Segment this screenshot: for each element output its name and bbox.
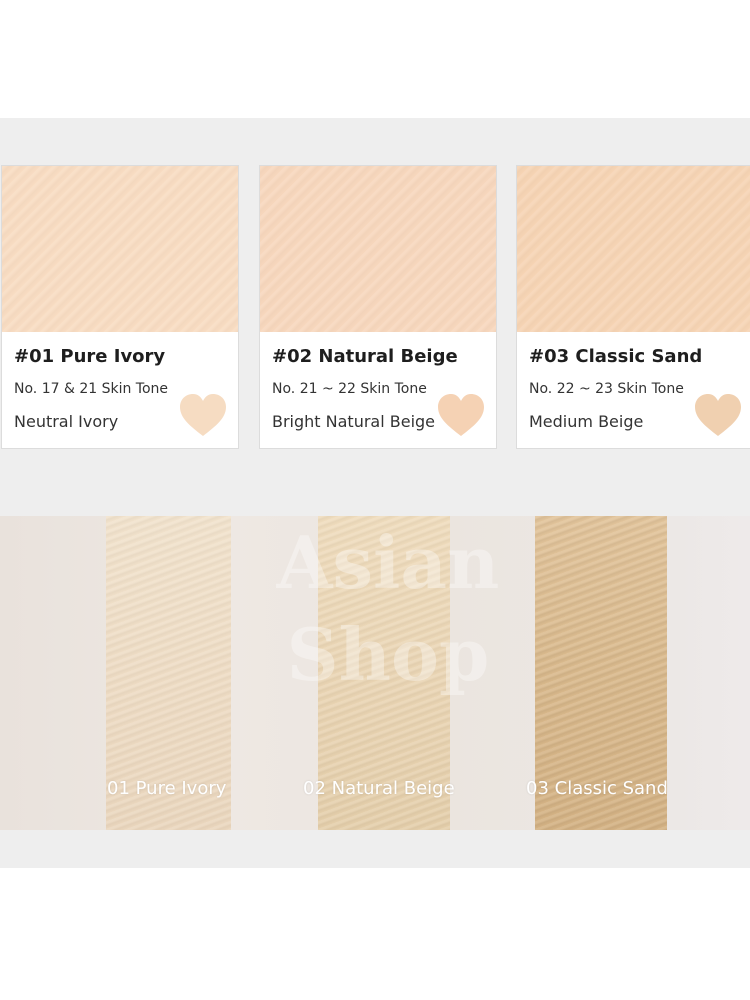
shade-card-natural-beige: #02 Natural Beige No. 21 ~ 22 Skin Tone …: [259, 165, 497, 449]
heart-icon: [438, 394, 484, 436]
skin-tone-range: No. 22 ~ 23 Skin Tone: [529, 381, 684, 397]
shade-card-classic-sand: #03 Classic Sand No. 22 ~ 23 Skin Tone M…: [516, 165, 750, 449]
shade-description: Bright Natural Beige: [272, 412, 436, 431]
heart-icon: [180, 394, 226, 436]
shade-name: #02 Natural Beige: [272, 346, 458, 367]
color-swatch: [2, 166, 238, 332]
color-swatch: [260, 166, 496, 332]
swatch-label-pure-ivory: 01 Pure Ivory: [107, 778, 227, 799]
shade-card-pure-ivory: #01 Pure Ivory No. 17 & 21 Skin Tone Neu…: [1, 165, 239, 449]
heart-icon: [695, 394, 741, 436]
skin-tone-range: No. 17 & 21 Skin Tone: [14, 381, 169, 397]
skin-tone-range: No. 21 ~ 22 Skin Tone: [272, 381, 427, 397]
shade-description: Neutral Ivory: [14, 412, 119, 431]
shade-name: #03 Classic Sand: [529, 346, 703, 367]
color-swatch: [517, 166, 750, 332]
swatch-label-classic-sand: 03 Classic Sand: [526, 778, 668, 799]
swatch-label-natural-beige: 02 Natural Beige: [303, 778, 455, 799]
shade-name: #01 Pure Ivory: [14, 346, 166, 367]
shade-description: Medium Beige: [529, 412, 644, 431]
